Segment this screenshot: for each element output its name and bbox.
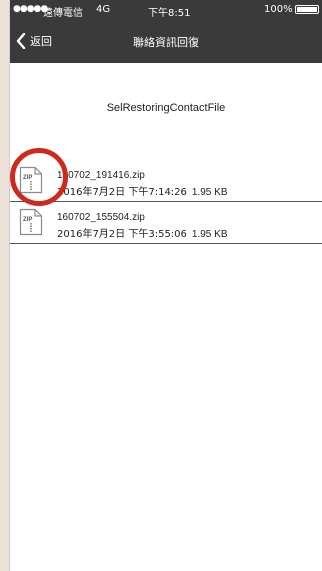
file-meta: 2016年7月2日 下午7:14:26 1.95 KB — [57, 183, 228, 198]
status-bar: ●●●●● 遠傳電信 4G 下午8:51 100% — [10, 0, 322, 20]
battery-percentage: 100% — [264, 4, 293, 15]
file-list-item[interactable]: ZIP 160702_191416.zip 2016年7月2日 下午7:14:2… — [10, 162, 322, 202]
navigation-bar: 返回 聯絡資訊回復 — [10, 20, 322, 63]
file-name: 160702_191416.zip — [57, 170, 145, 181]
battery-icon — [295, 5, 319, 14]
file-meta: 2016年7月2日 下午3:55:06 1.95 KB — [57, 225, 228, 240]
file-size: 1.95 KB — [191, 229, 228, 240]
file-date: 2016年7月2日 下午3:55:06 — [57, 229, 187, 240]
status-time: 下午8:51 — [148, 8, 191, 19]
zip-file-icon: ZIP — [19, 166, 43, 198]
file-name: 160702_155504.zip — [57, 212, 145, 223]
file-size: 1.95 KB — [191, 187, 228, 198]
page-title: 聯絡資訊回復 — [133, 36, 199, 49]
svg-text:ZIP: ZIP — [23, 217, 32, 223]
carrier-name: 遠傳電信 — [43, 8, 83, 19]
file-date: 2016年7月2日 下午7:14:26 — [57, 187, 187, 198]
network-type: 4G — [96, 4, 111, 15]
zip-file-icon: ZIP — [19, 208, 43, 240]
phone-screen: ●●●●● 遠傳電信 4G 下午8:51 100% 返回 聯絡資訊回復 SelR… — [9, 0, 322, 571]
file-list-item[interactable]: ZIP 160702_155504.zip 2016年7月2日 下午3:55:0… — [10, 204, 322, 244]
folder-name: SelRestoringContactFile — [106, 102, 226, 114]
svg-text:ZIP: ZIP — [23, 175, 32, 181]
